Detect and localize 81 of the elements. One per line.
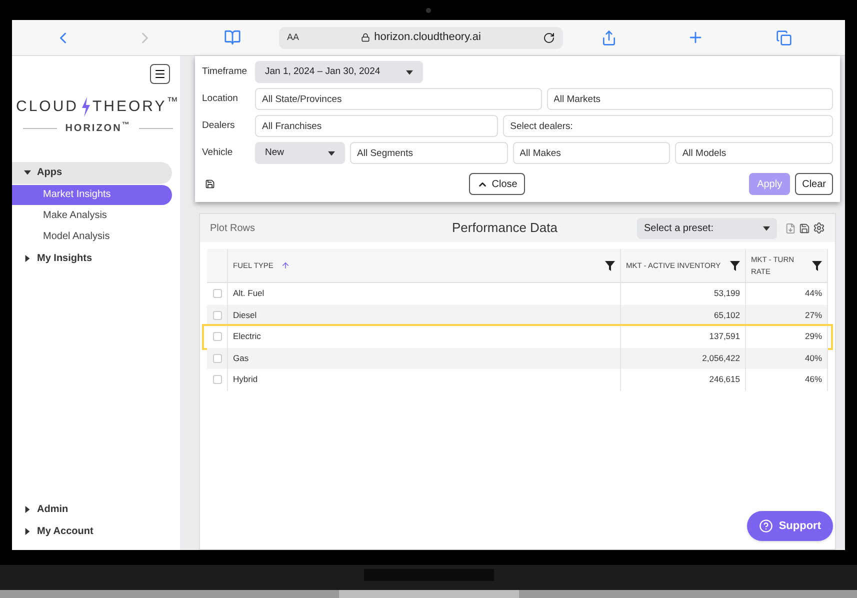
- nav-group-label: Apps: [37, 166, 62, 180]
- collapsed-caret-icon: [24, 506, 31, 512]
- caret-icon: [328, 150, 335, 156]
- nav-group[interactable]: Admin: [12, 498, 172, 520]
- nav-group[interactable]: My Insights: [12, 248, 172, 270]
- camera-icon: [426, 8, 431, 12]
- row-checkbox[interactable]: [212, 310, 222, 320]
- table-cell: 137,591: [709, 330, 740, 344]
- logo-text: CLOUD: [16, 97, 79, 117]
- row-checkbox[interactable]: [212, 354, 222, 363]
- book-icon[interactable]: [224, 29, 241, 46]
- lock-icon: [361, 33, 370, 42]
- table-cell: 46%: [804, 373, 822, 386]
- close-button[interactable]: Close: [468, 173, 526, 195]
- menu-icon: [154, 68, 166, 80]
- sort-ascending-icon[interactable]: [281, 261, 290, 270]
- nav-item[interactable]: Market Insights: [12, 184, 172, 204]
- row-checkbox[interactable]: [212, 289, 222, 298]
- table-cell: 27%: [804, 308, 822, 322]
- reload-icon[interactable]: [543, 32, 555, 44]
- save-icon[interactable]: [799, 222, 810, 234]
- filter-field[interactable]: All Franchises: [255, 115, 498, 137]
- filter-icon[interactable]: [812, 260, 822, 270]
- new-tab-icon[interactable]: [687, 29, 704, 46]
- nav-group-label: Admin: [37, 502, 68, 516]
- filter-field[interactable]: All Markets: [546, 88, 833, 110]
- table-cell: 44%: [804, 287, 822, 300]
- plot-rows-label[interactable]: Plot Rows: [210, 220, 390, 236]
- filter-field[interactable]: All Segments: [350, 142, 508, 164]
- select-dropdown[interactable]: New: [255, 142, 345, 164]
- nav-item[interactable]: Make Analysis: [12, 206, 172, 226]
- table-cell: Electric: [233, 330, 261, 344]
- row-checkbox[interactable]: [212, 375, 222, 384]
- table-cell: Hybrid: [233, 373, 258, 386]
- table-cell: 2,056,422: [702, 352, 740, 365]
- filter-label: Dealers: [202, 118, 236, 133]
- filter-field[interactable]: Select dealers:: [503, 115, 833, 137]
- collapsed-caret-icon: [24, 255, 31, 262]
- clear-button[interactable]: Clear: [795, 173, 833, 195]
- panel-title: Performance Data: [451, 219, 558, 238]
- nav-group[interactable]: Apps: [12, 162, 172, 184]
- collapsed-caret-icon: [24, 528, 31, 534]
- logo-text: THEORY$^{™}$: [92, 96, 180, 117]
- table-cell: Gas: [233, 352, 249, 365]
- table-cell: 53,199: [714, 287, 740, 300]
- product-name: HORIZON$^{™}$: [65, 120, 131, 136]
- preset-select[interactable]: Select a preset:: [637, 218, 777, 238]
- caret-icon: [406, 68, 413, 76]
- nav-group-label: My Insights: [37, 252, 92, 266]
- nav-group[interactable]: My Account: [12, 520, 172, 542]
- settings-icon[interactable]: [813, 222, 825, 234]
- help-icon: [758, 519, 773, 533]
- filter-field[interactable]: All Models: [675, 142, 834, 164]
- caret-icon: [763, 224, 770, 232]
- nav-item[interactable]: Model Analysis: [12, 226, 172, 246]
- table-cell: Diesel: [233, 308, 257, 322]
- save-icon[interactable]: [205, 179, 215, 189]
- filter-field[interactable]: All Makes: [512, 142, 670, 164]
- table-cell: 40%: [804, 352, 822, 365]
- menu-button[interactable]: [150, 64, 170, 84]
- nav-group-label: My Account: [37, 524, 94, 538]
- support-button[interactable]: Support: [746, 511, 833, 541]
- table-cell: 29%: [804, 330, 822, 344]
- table-cell: Alt. Fuel: [233, 287, 264, 300]
- filter-field[interactable]: All State/Provinces: [255, 88, 542, 110]
- table-cell: 246,615: [709, 373, 740, 386]
- select-dropdown[interactable]: Jan 1, 2024 – Jan 30, 2024: [255, 61, 423, 83]
- filter-label: Vehicle: [202, 146, 234, 160]
- filter-icon[interactable]: [605, 260, 615, 270]
- table-cell: 65,102: [714, 308, 740, 322]
- filter-label: Location: [202, 92, 239, 106]
- expanded-caret-icon: [24, 169, 31, 176]
- filter-icon[interactable]: [730, 260, 740, 270]
- address-bar[interactable]: AA horizon.cloudtheory.ai: [279, 26, 563, 48]
- lightning-icon: [80, 97, 91, 118]
- url-text: horizon.cloudtheory.ai: [374, 30, 481, 46]
- tabs-icon[interactable]: [776, 30, 792, 46]
- filter-label: Timeframe: [202, 64, 248, 79]
- row-checkbox[interactable]: [212, 332, 222, 342]
- share-icon[interactable]: [601, 30, 617, 46]
- table-row[interactable]: Gas 2,056,422 40%: [207, 348, 828, 369]
